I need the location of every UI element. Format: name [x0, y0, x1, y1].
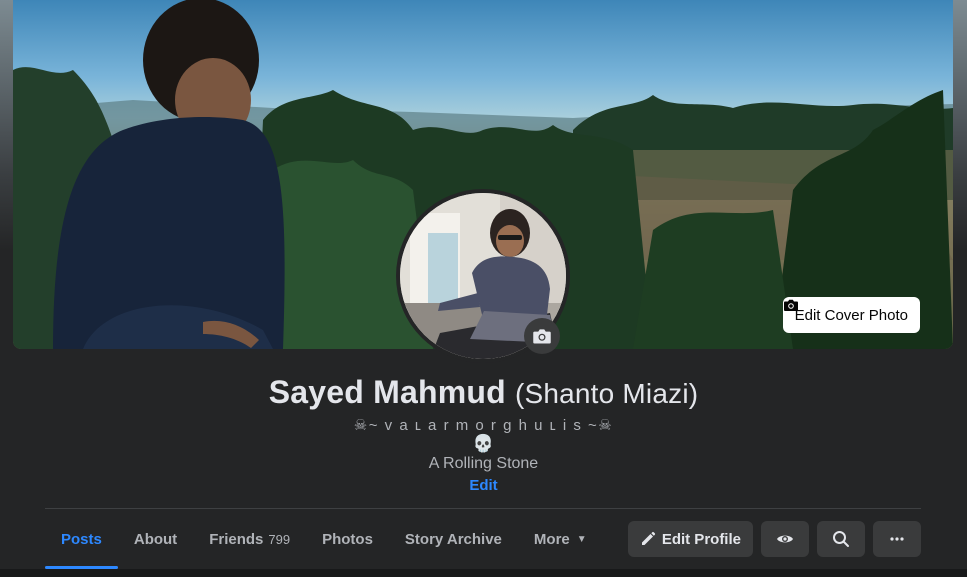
profile-bio: A Rolling Stone [428, 455, 539, 472]
profile-tagline: ☠~ v a ʟ a r m o r g h u ʟ i s ~☠ [353, 417, 614, 434]
profile-name-primary: Sayed Mahmud [268, 374, 506, 410]
view-as-button[interactable] [761, 521, 809, 557]
tab-label: More [533, 530, 570, 548]
camera-icon [783, 299, 798, 311]
pencil-icon [641, 531, 655, 545]
ellipsis-icon [890, 537, 904, 541]
edit-profile-button[interactable]: Edit Profile [627, 521, 753, 557]
profile-name-alternate: (Shanto Miazi) [514, 378, 699, 409]
camera-icon [533, 329, 551, 344]
edit-profile-label: Edit Profile [661, 530, 741, 548]
tab-label: Story Archive [404, 530, 502, 548]
feed-background [0, 569, 967, 577]
edit-bio-link[interactable]: Edit [0, 477, 967, 494]
friends-count: 799 [268, 531, 291, 547]
search-profile-button[interactable] [817, 521, 865, 557]
edit-cover-photo-label: Edit Cover Photo [794, 306, 908, 324]
tab-photos[interactable]: Photos [306, 509, 389, 569]
profile-tabs: Posts About Friends 799 Photos Story Arc… [45, 509, 603, 569]
tab-more[interactable]: More ▼ [518, 509, 603, 569]
edit-cover-photo-button[interactable]: Edit Cover Photo [782, 297, 920, 333]
update-profile-picture-button[interactable] [524, 318, 560, 354]
tab-posts[interactable]: Posts [45, 509, 118, 569]
tab-label: Friends [209, 530, 264, 548]
skull-emoji: 💀 [472, 434, 495, 453]
tab-label: Photos [322, 530, 373, 548]
profile-actions: Edit Profile [627, 521, 921, 557]
more-options-button[interactable] [873, 521, 921, 557]
tab-friends[interactable]: Friends 799 [193, 509, 306, 569]
tab-story-archive[interactable]: Story Archive [389, 509, 518, 569]
caret-down-icon: ▼ [576, 533, 587, 545]
tab-label: Posts [61, 530, 102, 548]
search-icon [833, 531, 849, 547]
eye-icon [777, 535, 793, 543]
profile-name: Sayed Mahmud (Shanto Miazi) [0, 374, 967, 411]
tab-label: About [133, 530, 178, 548]
tab-about[interactable]: About [118, 509, 193, 569]
